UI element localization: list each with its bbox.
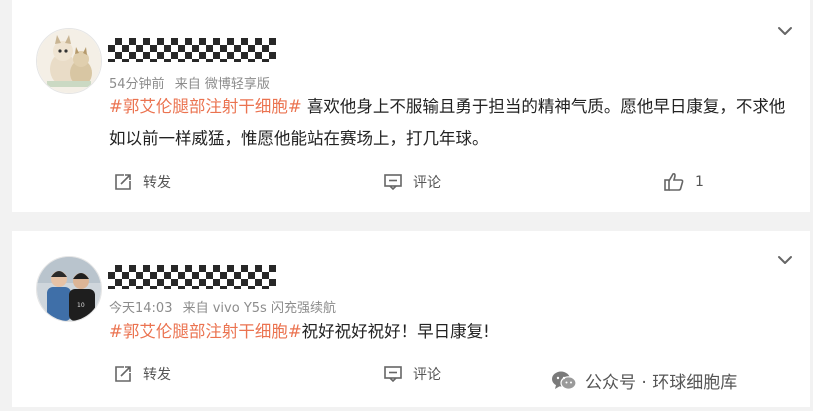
repost-button[interactable]: 转发 — [113, 364, 171, 384]
watermark-text: 公众号 · 环球细胞库 — [585, 373, 738, 393]
like-count: 1 — [695, 174, 704, 190]
repost-label: 转发 — [143, 367, 171, 383]
comment-body: 祝好祝好祝好！早日康复! — [301, 322, 490, 341]
comment-label: 评论 — [413, 367, 441, 383]
comment-actions: 转发 评论 1 — [12, 172, 810, 202]
repost-button[interactable]: 转发 — [113, 172, 171, 192]
comment-card: 54分钟前 来自 微博轻享版 #郭艾伦腿部注射干细胞# 喜欢他身上不服输且勇于担… — [12, 0, 810, 212]
comment-text: #郭艾伦腿部注射干细胞# 喜欢他身上不服输且勇于担当的精神气质。愿他早日康复，不… — [109, 91, 799, 155]
watermark: 公众号 · 环球细胞库 — [551, 368, 737, 393]
avatar[interactable] — [36, 28, 102, 94]
comment-source: 来自 微博轻享版 — [174, 77, 270, 92]
repost-label: 转发 — [143, 175, 171, 191]
comment-time: 今天14:03 — [109, 301, 173, 316]
like-button[interactable]: 1 — [663, 172, 704, 192]
thumbs-up-icon — [664, 172, 684, 191]
comment-meta: 今天14:03 来自 vivo Y5s 闪充强续航 — [109, 297, 342, 316]
wechat-icon — [552, 371, 577, 390]
comment-button[interactable]: 评论 — [383, 364, 441, 384]
topic-link[interactable]: #郭艾伦腿部注射干细胞# — [109, 97, 302, 116]
comment-icon — [384, 174, 402, 191]
username-redacted[interactable] — [108, 265, 276, 289]
comment-time: 54分钟前 — [109, 77, 165, 92]
comment-label: 评论 — [413, 175, 441, 191]
comment-meta: 54分钟前 来自 微博轻享版 — [109, 73, 276, 92]
comment-text: #郭艾伦腿部注射干细胞#祝好祝好祝好！早日康复! — [109, 316, 799, 348]
avatar[interactable]: 10 — [36, 256, 102, 322]
comment-button[interactable]: 评论 — [383, 172, 441, 192]
svg-text:10: 10 — [77, 302, 85, 309]
chevron-down-icon[interactable] — [776, 251, 794, 269]
repost-icon — [115, 366, 131, 382]
username-redacted[interactable] — [108, 38, 276, 62]
chevron-down-icon[interactable] — [776, 22, 794, 40]
repost-icon — [115, 174, 131, 190]
topic-link[interactable]: #郭艾伦腿部注射干细胞# — [109, 322, 302, 341]
comment-source: 来自 vivo Y5s 闪充强续航 — [182, 301, 336, 316]
comment-icon — [384, 366, 402, 383]
